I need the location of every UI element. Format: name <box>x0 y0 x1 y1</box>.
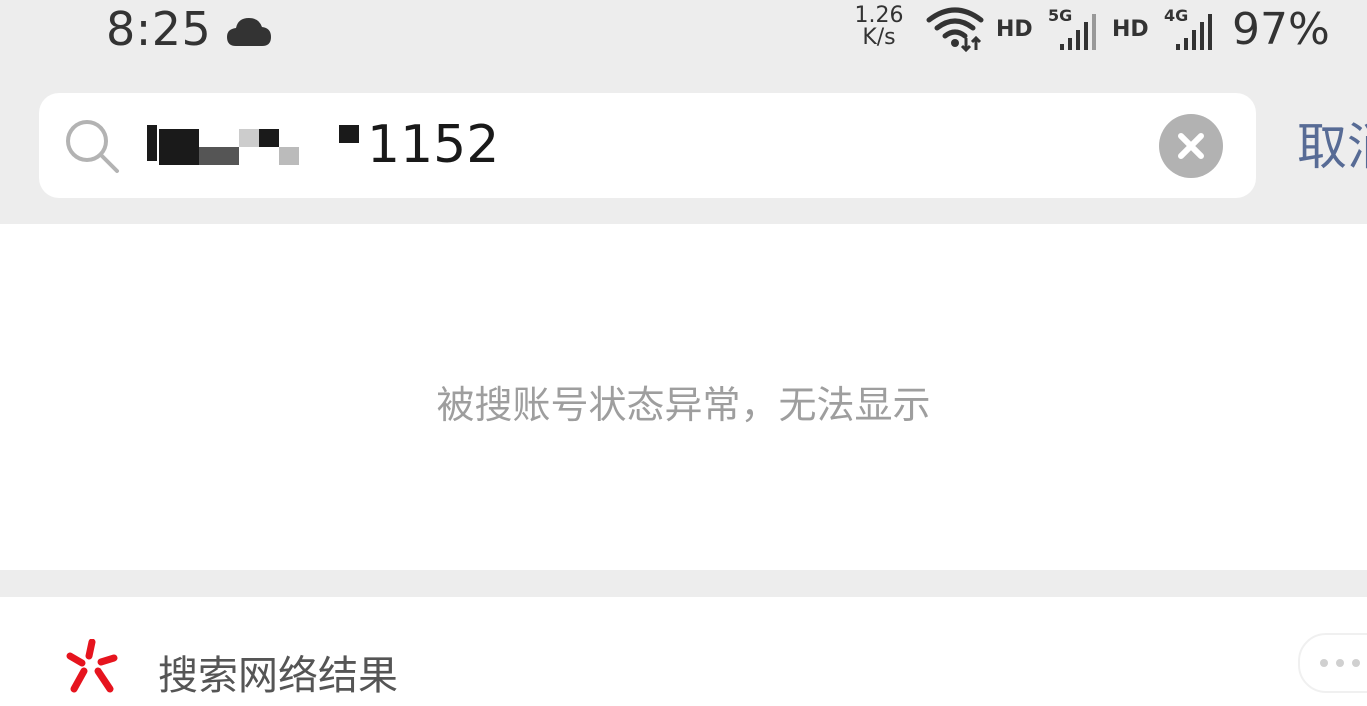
status-bar: 8:25 1.26 K/s HD 5G HD 4G 97% <box>0 0 1367 64</box>
redacted-mosaic <box>339 125 359 143</box>
redacted-mosaic <box>147 125 157 161</box>
signal-4g-icon: 4G <box>1164 8 1220 58</box>
more-options-button[interactable] <box>1298 633 1367 693</box>
sou-icon <box>64 638 120 699</box>
redacted-mosaic <box>259 129 279 147</box>
clear-search-button[interactable] <box>1159 114 1223 178</box>
hd-label: HD <box>1112 17 1149 42</box>
web-search-entry[interactable]: 搜索网络结果 <box>0 597 1367 706</box>
redacted-mosaic <box>199 147 239 165</box>
wifi-icon <box>926 6 986 56</box>
redacted-mosaic <box>159 129 199 165</box>
more-dots-icon <box>1320 659 1360 667</box>
redacted-mosaic <box>239 129 259 147</box>
redacted-mosaic <box>279 147 299 165</box>
network-speed: 1.26 K/s <box>854 3 904 50</box>
search-bar[interactable]: 1152 <box>39 93 1256 198</box>
clear-icon <box>1178 133 1204 159</box>
battery-level: 97% <box>1232 4 1330 55</box>
cloud-icon <box>226 14 272 52</box>
signal-5g-icon: 5G <box>1048 8 1104 58</box>
empty-result-message: 被搜账号状态异常，无法显示 <box>436 383 931 427</box>
web-search-label: 搜索网络结果 <box>158 653 398 699</box>
status-time: 8:25 <box>106 2 212 56</box>
search-results-panel: 被搜账号状态异常，无法显示 <box>0 224 1367 570</box>
search-icon <box>63 117 121 179</box>
search-input[interactable]: 1152 <box>143 111 503 175</box>
hd-label: HD <box>996 17 1033 42</box>
search-query-text: 1152 <box>367 115 500 175</box>
cancel-button[interactable]: 取消 <box>1297 118 1367 176</box>
